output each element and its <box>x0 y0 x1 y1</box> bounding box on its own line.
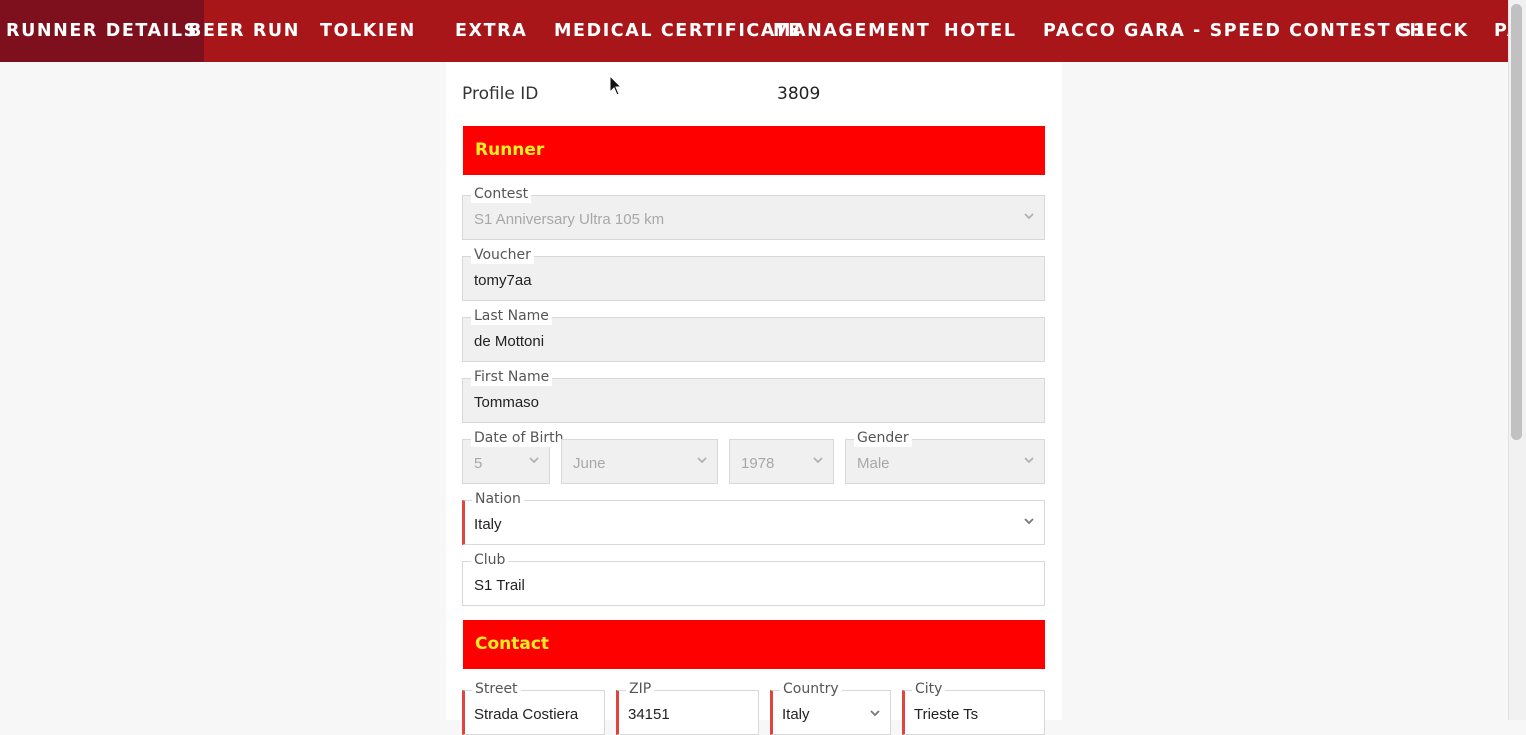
nav-tab-tolkien[interactable]: TOLKIEN <box>320 0 416 62</box>
scrollbar-thumb[interactable] <box>1511 4 1522 440</box>
first-name-label: First Name <box>471 368 553 386</box>
nav-tab-management[interactable]: MANAGEMENT <box>773 0 930 62</box>
birth-month-value: June <box>573 455 606 472</box>
first-name-field[interactable]: First Name Tommaso <box>462 368 1045 423</box>
nation-label: Nation <box>472 490 524 508</box>
city-label: City <box>912 680 946 698</box>
chevron-down-icon <box>1024 518 1034 525</box>
nav-tab-runner-details[interactable]: RUNNER DETAILS <box>0 0 204 62</box>
first-name-value: Tommaso <box>474 394 540 411</box>
nav-tab-overflow[interactable]: PA <box>1494 0 1508 62</box>
club-field[interactable]: Club S1 Trail <box>462 551 1045 606</box>
voucher-field[interactable]: Voucher tomy7aa <box>462 246 1045 301</box>
voucher-value: tomy7aa <box>474 272 532 289</box>
voucher-label: Voucher <box>471 246 534 264</box>
gender-label: Gender <box>854 429 912 447</box>
date-of-birth-label: Date of Birth <box>471 429 567 447</box>
birth-year-value: 1978 <box>741 455 775 472</box>
chevron-down-icon <box>870 710 880 717</box>
gender-value: Male <box>857 455 890 472</box>
country-label: Country <box>780 680 842 698</box>
last-name-value: de Mottoni <box>474 333 545 350</box>
section-header-runner: Runner <box>463 126 1045 175</box>
profile-id-label: Profile ID <box>462 84 539 104</box>
nav-tab-pacco-gara[interactable]: PACCO GARA - SPEED CONTEST S1 <box>1043 0 1427 62</box>
birth-year-select[interactable]: 1978 <box>729 439 834 484</box>
nation-select[interactable]: Nation Italy <box>462 490 1045 545</box>
club-value: S1 Trail <box>474 577 525 594</box>
nav-tab-check[interactable]: CHECK <box>1395 0 1469 62</box>
chevron-down-icon <box>529 457 539 464</box>
city-value: Trieste Ts <box>914 706 979 723</box>
birth-month-select[interactable]: June <box>561 439 718 484</box>
profile-id-value: 3809 <box>777 84 821 104</box>
chevron-down-icon <box>813 457 823 464</box>
contest-value: S1 Anniversary Ultra 105 km <box>474 211 665 228</box>
street-value: Strada Costiera <box>474 706 579 723</box>
zip-label: ZIP <box>626 680 655 698</box>
section-header-contact: Contact <box>463 620 1045 669</box>
city-field[interactable]: City Trieste Ts <box>902 680 1045 735</box>
mouse-pointer-icon <box>609 75 623 96</box>
nav-tab-medical-certificate[interactable]: MEDICAL CERTIFICATE <box>554 0 802 62</box>
contest-select[interactable]: Contest S1 Anniversary Ultra 105 km <box>462 185 1045 240</box>
club-label: Club <box>471 551 509 569</box>
chevron-down-icon <box>1024 457 1034 464</box>
birth-day-select[interactable]: Date of Birth 5 <box>462 429 567 484</box>
chevron-down-icon <box>697 457 707 464</box>
nav-tab-beer-run[interactable]: BEER RUN <box>188 0 300 62</box>
birth-day-value: 5 <box>474 455 483 472</box>
nation-value: Italy <box>474 516 502 533</box>
last-name-label: Last Name <box>471 307 552 325</box>
street-label: Street <box>472 680 521 698</box>
gender-select[interactable]: Gender Male <box>845 429 1045 484</box>
chevron-down-icon <box>1024 213 1034 220</box>
street-field[interactable]: Street Strada Costiera <box>462 680 605 735</box>
nav-tab-extra[interactable]: EXTRA <box>455 0 527 62</box>
zip-field[interactable]: ZIP 34151 <box>616 680 759 735</box>
last-name-field[interactable]: Last Name de Mottoni <box>462 307 1045 362</box>
nav-tab-hotel[interactable]: HOTEL <box>944 0 1017 62</box>
country-select[interactable]: Country Italy <box>770 680 891 735</box>
zip-value: 34151 <box>628 706 670 723</box>
contest-label: Contest <box>471 185 532 203</box>
top-navigation-bar: RUNNER DETAILS BEER RUN TOLKIEN EXTRA ME… <box>0 0 1508 62</box>
country-value: Italy <box>782 706 810 723</box>
